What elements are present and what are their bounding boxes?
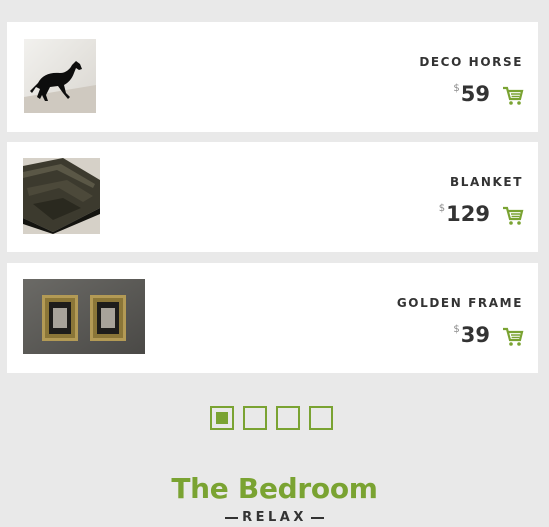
price-row: $ 59 (453, 82, 524, 110)
dash-right (310, 516, 324, 519)
carousel-pagination (210, 406, 333, 430)
section-subtitle-text: RELAX (242, 510, 307, 525)
section-title: The Bedroom (171, 472, 378, 505)
dash-left (225, 516, 239, 519)
product-image-blanket[interactable] (23, 158, 100, 234)
pagination-dot-4[interactable] (309, 406, 333, 430)
product-price: $ 39 (453, 323, 490, 347)
product-image-horse[interactable] (24, 39, 96, 113)
pagination-dot-2[interactable] (243, 406, 267, 430)
add-to-cart-button[interactable] (502, 205, 524, 227)
currency-symbol: $ (453, 83, 460, 94)
price-amount: 39 (460, 323, 490, 347)
pagination-dot-1[interactable] (210, 406, 234, 430)
product-name: DECO HORSE (419, 55, 523, 69)
pagination-dot-3[interactable] (276, 406, 300, 430)
product-card: DECO HORSE $ 59 (7, 22, 538, 132)
currency-symbol: $ (438, 203, 446, 214)
cart-icon (502, 326, 524, 348)
price-amount: 129 (446, 202, 490, 226)
product-image-frames[interactable] (23, 279, 145, 354)
add-to-cart-button[interactable] (502, 85, 524, 107)
section-subtitle: RELAX (0, 509, 549, 527)
product-card: BLANKET $ 129 (7, 142, 538, 252)
price-amount: 59 (460, 82, 490, 106)
product-card: GOLDEN FRAME $ 39 (7, 263, 538, 373)
product-name: GOLDEN FRAME (396, 296, 523, 310)
add-to-cart-button[interactable] (502, 326, 524, 348)
product-name: BLANKET (449, 175, 523, 189)
cart-icon (502, 205, 524, 227)
product-price: $ 59 (453, 82, 490, 106)
product-price: $ 129 (439, 202, 490, 226)
currency-symbol: $ (453, 324, 460, 335)
price-row: $ 129 (439, 202, 524, 230)
cart-icon (502, 85, 524, 107)
price-row: $ 39 (453, 323, 524, 351)
